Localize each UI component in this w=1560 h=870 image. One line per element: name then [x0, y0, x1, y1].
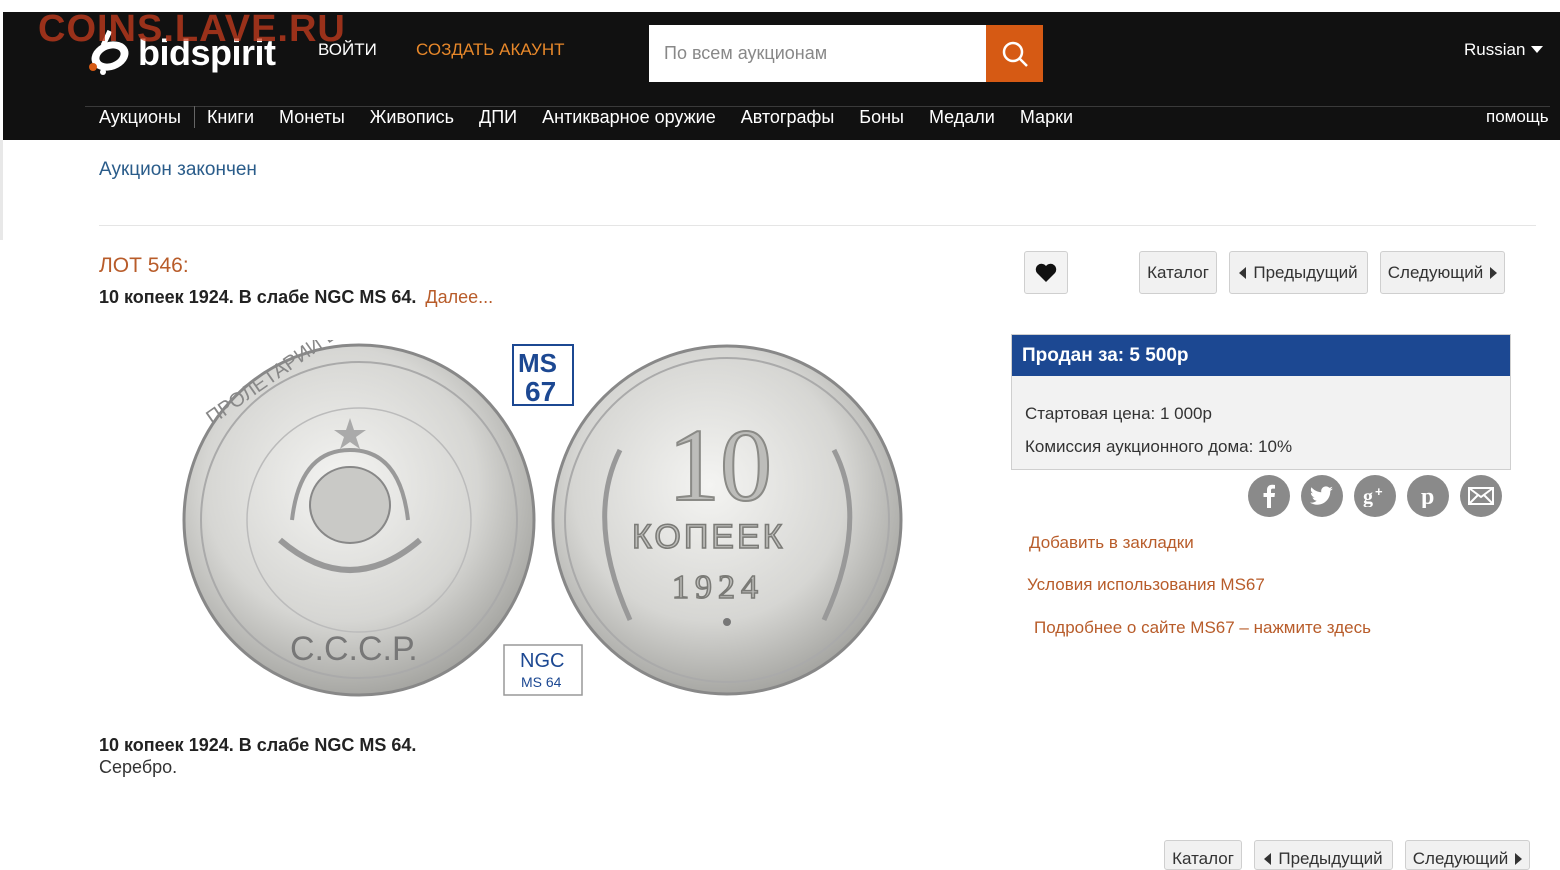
price-panel: Продан за: 5 500р Стартовая цена: 1 000р…: [1011, 334, 1511, 470]
nav-item-books[interactable]: Книги: [207, 107, 254, 128]
lot-title: 10 копеек 1924. В слабе NGC MS 64. Далее…: [99, 287, 493, 308]
svg-text:p: p: [1421, 484, 1434, 508]
catalog-button[interactable]: Каталог: [1139, 251, 1217, 294]
nav-item-decorative-art[interactable]: ДПИ: [479, 107, 517, 128]
lot-title-text: 10 копеек 1924. В слабе NGC MS 64.: [99, 287, 417, 307]
signup-link[interactable]: СОЗДАТЬ АКАУНТ: [416, 40, 564, 60]
reverse-year: 1924: [672, 569, 764, 606]
facebook-icon[interactable]: [1248, 475, 1290, 517]
lot-image[interactable]: С.С.С.Р. ПРОЛЕТАРИИ ВСЕХ СТРАН, СОЕДИНЯЙ…: [180, 340, 910, 700]
section-divider: [99, 225, 1536, 226]
about-link[interactable]: Подробнее о сайте MS67 – нажмите здесь: [1034, 618, 1371, 638]
language-label: Russian: [1464, 40, 1526, 59]
heart-icon: [1035, 263, 1057, 282]
lot-number: ЛОТ 546:: [99, 254, 189, 277]
description-text: Серебро.: [99, 757, 178, 777]
nav-item-autographs[interactable]: Автографы: [741, 107, 835, 128]
grade-label: MS 64: [521, 674, 562, 690]
nav-item-stamps[interactable]: Марки: [1020, 107, 1073, 128]
next-button[interactable]: Следующий: [1380, 251, 1505, 294]
search-bar: [649, 25, 1043, 82]
google-plus-icon[interactable]: g +: [1354, 475, 1396, 517]
reverse-word: КОПЕЕК: [632, 518, 785, 556]
help-link[interactable]: помощь: [1486, 107, 1549, 127]
auction-status: Аукцион закончен: [99, 159, 257, 180]
nav-item-banknotes[interactable]: Боны: [859, 107, 904, 128]
twitter-icon[interactable]: [1301, 475, 1343, 517]
left-edge: [0, 140, 3, 240]
coin-reverse: 10 КОПЕЕК 1924: [551, 344, 903, 696]
start-price: Стартовая цена: 1 000р: [1025, 404, 1212, 423]
category-nav: Аукционы Книги Монеты Живопись ДПИ Антик…: [99, 106, 1098, 128]
catalog-label-bottom: Каталог: [1172, 849, 1234, 868]
language-selector[interactable]: Russian: [1464, 40, 1544, 60]
reverse-value: 10: [668, 408, 772, 523]
obverse-bottom-text: С.С.С.Р.: [290, 630, 418, 668]
next-button-bottom[interactable]: Следующий: [1405, 840, 1530, 870]
chevron-left-icon: [1239, 266, 1247, 279]
next-label-bottom: Следующий: [1412, 849, 1509, 868]
catalog-label: Каталог: [1147, 262, 1209, 282]
commission: Комиссия аукционного дома: 10%: [1025, 437, 1293, 456]
next-label: Следующий: [1387, 262, 1484, 282]
bookmark-link[interactable]: Добавить в закладки: [1029, 533, 1194, 553]
social-share: g + p: [1248, 475, 1502, 517]
sold-price: Продан за: 5 500р: [1012, 335, 1510, 376]
description-title: 10 копеек 1924. В слабе NGC MS 64.: [99, 735, 417, 755]
previous-label-bottom: Предыдущий: [1278, 849, 1383, 868]
chevron-right-icon: [1515, 853, 1523, 865]
nav-item-medals[interactable]: Медали: [929, 107, 995, 128]
previous-button[interactable]: Предыдущий: [1229, 251, 1368, 294]
watermark: COINS.LAVE.RU: [38, 8, 346, 50]
favorite-button[interactable]: [1024, 251, 1068, 294]
ms67-logo-bottom: 67: [525, 376, 556, 407]
email-icon[interactable]: [1460, 475, 1502, 517]
previous-label: Предыдущий: [1253, 262, 1358, 282]
chevron-left-icon: [1264, 853, 1272, 865]
nav-separator: [193, 106, 195, 128]
ms67-logo: MS 67: [512, 344, 574, 407]
chevron-right-icon: [1490, 266, 1498, 279]
ngc-label-text: NGC: [520, 650, 564, 672]
search-icon: [1002, 41, 1028, 67]
search-button[interactable]: [986, 25, 1043, 82]
ms67-logo-top: MS: [518, 348, 557, 378]
svg-text:+: +: [1375, 485, 1383, 499]
previous-button-bottom[interactable]: Предыдущий: [1254, 840, 1393, 870]
catalog-button-bottom[interactable]: Каталог: [1164, 840, 1242, 870]
nav-item-auctions[interactable]: Аукционы: [99, 107, 181, 128]
nav-item-antique-weapons[interactable]: Антикварное оружие: [542, 107, 716, 128]
lot-more-link[interactable]: Далее...: [425, 287, 493, 307]
nav-item-painting[interactable]: Живопись: [370, 107, 454, 128]
ngc-label: NGC MS 64: [503, 644, 583, 696]
nav-item-coins[interactable]: Монеты: [279, 107, 345, 128]
svg-text:g: g: [1363, 486, 1373, 507]
search-input[interactable]: [649, 25, 986, 82]
terms-link[interactable]: Условия использования MS67: [1027, 575, 1265, 595]
chevron-down-icon: [1531, 46, 1544, 53]
pinterest-icon[interactable]: p: [1407, 475, 1449, 517]
